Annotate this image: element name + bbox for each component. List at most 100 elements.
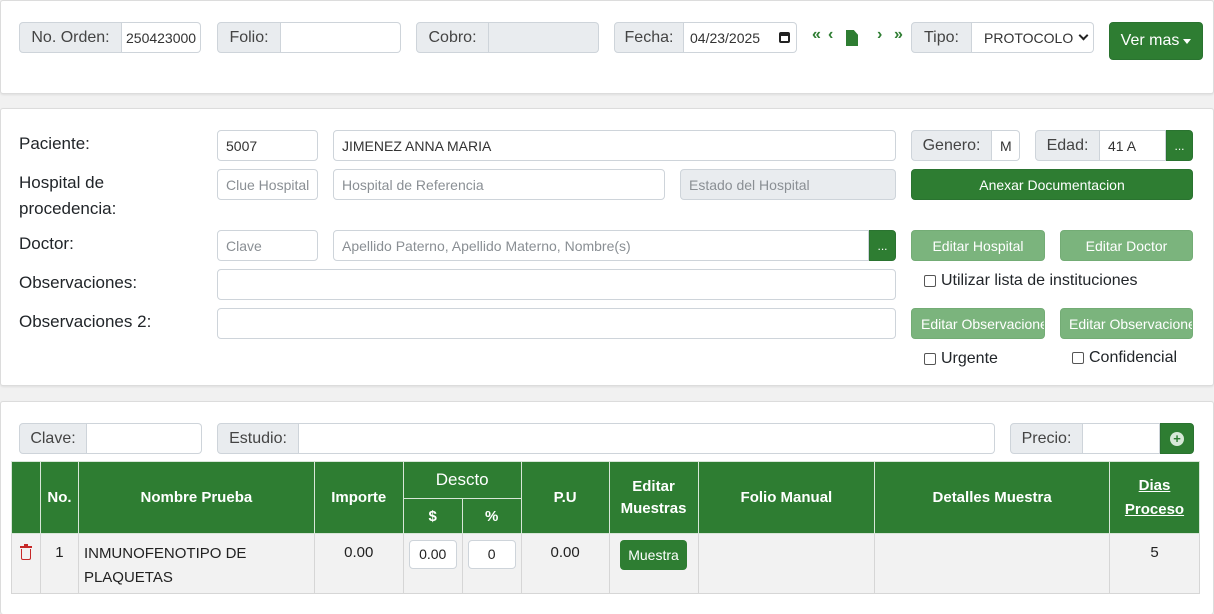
estudio-input[interactable] [299,423,995,454]
cobro-input[interactable] [489,22,599,53]
confidencial-box[interactable] [1072,352,1084,364]
urgente-checkbox[interactable]: Urgente [924,350,998,368]
row-dias-proceso: 5 [1108,533,1201,594]
row-nombre-prueba: INMUNOFENOTIPO DE PLAQUETAS [77,533,315,594]
doctor-clave-input[interactable]: Clave [217,230,318,261]
ver-mas-button[interactable]: Ver mas [1109,22,1203,60]
paciente-label: Paciente: [19,134,90,153]
precio-input[interactable] [1083,423,1160,454]
th-dias-line2: Proceso [1124,500,1185,518]
cobro-label: Cobro: [416,22,489,53]
th-dias-proceso[interactable]: Dias Proceso [1108,461,1201,534]
clave-label: Clave: [19,423,87,454]
row-detalles-muestra [874,533,1110,594]
clave-input[interactable] [87,423,202,454]
doctor-name-input[interactable]: Apellido Paterno, Apellido Materno, Nomb… [333,230,869,261]
row-descto-dollar-cell: 0.00 [402,533,463,594]
observaciones2-input[interactable] [217,308,896,339]
editar-observaciones-button-2[interactable]: Editar Observaciones [1060,308,1193,339]
tipo-value: PROTOCOLO [984,29,1074,46]
trash-icon[interactable] [19,544,32,560]
nav-last-icon[interactable]: » [894,26,903,44]
edad-more-button[interactable]: ... [1166,130,1193,161]
th-no: No. [39,461,79,534]
th-editar-line2: Muestras [620,499,687,517]
tipo-select[interactable]: PROTOCOLO [972,22,1094,53]
patient-card: Paciente: 5007 JIMENEZ ANNA MARIA Genero… [0,108,1214,386]
folio-input[interactable] [281,22,401,53]
row-importe: 0.00 [313,533,404,594]
urgente-box[interactable] [924,353,936,365]
editar-doctor-button[interactable]: Editar Doctor [1060,230,1193,261]
paciente-name-input[interactable]: JIMENEZ ANNA MARIA [333,130,896,161]
doctor-label: Doctor: [19,234,74,253]
confidencial-label: Confidencial [1089,349,1178,366]
header-card: No. Orden: 250423000 Folio: Cobro: Fecha… [0,0,1214,94]
orden-input[interactable]: 250423000 [122,22,201,53]
nav-next-icon[interactable]: › [877,26,882,44]
fecha-input[interactable]: 04/23/2025 [684,22,797,53]
th-dias-line1: Dias [1138,476,1171,494]
hospital-label-line1: Hospital de [19,173,105,192]
th-editar-muestras: Editar Muestras [608,461,699,534]
th-descto-dollar: $ [402,498,463,534]
ver-mas-label: Ver mas [1120,32,1180,49]
th-folio-manual: Folio Manual [697,461,876,534]
row-nombre-line2: PLAQUETAS [83,569,173,586]
utilizar-lista-box[interactable] [924,275,936,287]
hospital-ref-input[interactable]: Hospital de Referencia [333,169,665,200]
doctor-name-placeholder: Apellido Paterno, Apellido Materno, Nomb… [342,237,631,254]
hospital-estado-input[interactable]: Estado del Hospital [680,169,896,200]
hospital-ref-placeholder: Hospital de Referencia [342,176,484,193]
anexar-documentacion-button[interactable]: Anexar Documentacion [911,169,1193,200]
utilizar-lista-label: Utilizar lista de instituciones [941,272,1138,289]
editar-observaciones-button-1[interactable]: Editar Observaciones [911,308,1045,339]
observaciones-input[interactable] [217,269,896,300]
hospital-estado-placeholder: Estado del Hospital [689,176,810,193]
tipo-label: Tipo: [911,22,972,53]
nav-first-icon[interactable]: « [812,26,821,44]
chevron-down-icon [1078,30,1089,41]
edad-input[interactable]: 41 A [1100,130,1166,161]
plus-circle-icon: + [1170,431,1184,446]
caret-down-icon [1183,38,1192,44]
hospital-clave-input[interactable]: Clue Hospital [217,169,318,200]
urgente-label: Urgente [941,350,998,367]
th-pu: P.U [520,461,610,534]
th-detalles-muestra: Detalles Muestra [874,461,1110,534]
orden-label: No. Orden: [19,22,122,53]
calendar-icon[interactable] [779,32,790,43]
utilizar-lista-checkbox[interactable]: Utilizar lista de instituciones [924,272,1138,290]
descto-percent-input[interactable]: 0 [467,540,516,569]
muestra-button[interactable]: Muestra [620,540,687,570]
row-pu: 0.00 [520,533,610,594]
doctor-clave-placeholder: Clave [226,237,262,254]
doctor-search-button[interactable]: ... [869,230,896,261]
genero-label: Genero: [911,130,992,161]
row-descto-percent-cell: 0 [461,533,522,594]
fecha-value: 04/23/2025 [690,29,761,46]
row-no: 1 [39,533,79,594]
th-editar-line1: Editar [632,477,675,495]
nav-prev-icon[interactable]: ‹ [828,26,833,44]
genero-input[interactable]: M [992,130,1020,161]
estudio-label: Estudio: [217,423,299,454]
studies-table: No. Nombre Prueba Importe Descto P.U Edi… [11,461,1201,594]
th-nombre-prueba: Nombre Prueba [77,461,315,534]
th-importe: Importe [313,461,404,534]
edad-label: Edad: [1035,130,1100,161]
confidencial-checkbox[interactable]: Confidencial [1072,349,1177,367]
precio-label: Precio: [1010,423,1083,454]
delete-cell [11,533,41,594]
descto-dollar-input[interactable]: 0.00 [408,540,457,569]
observaciones2-label: Observaciones 2: [19,312,152,331]
th-descto: Descto [402,461,522,499]
row-nombre-line1: INMUNOFENOTIPO DE [83,545,247,562]
editar-hospital-button[interactable]: Editar Hospital [911,230,1045,261]
row-folio-manual [697,533,876,594]
paciente-id-input[interactable]: 5007 [217,130,318,161]
add-study-button[interactable]: + [1160,423,1194,454]
row-editar-muestras: Muestra [608,533,699,594]
fecha-label: Fecha: [614,22,684,53]
document-icon[interactable] [846,30,858,46]
